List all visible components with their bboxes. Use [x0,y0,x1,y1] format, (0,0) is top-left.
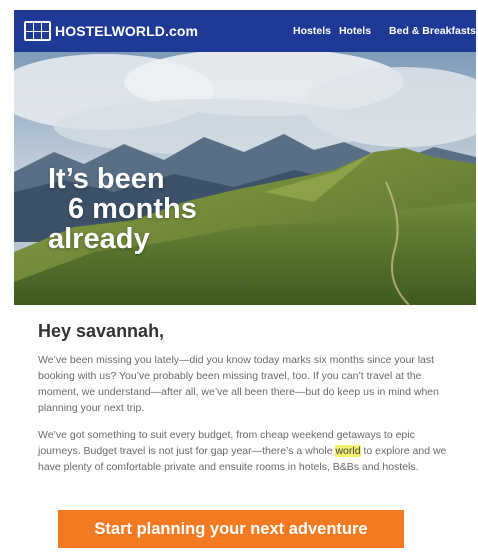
hero-headline: It’s been 6 months already [48,164,197,254]
email-body: Hey savannah, We’ve been missing you lat… [14,321,476,475]
top-nav: Hostels Hotels Bed & Breakfasts [285,25,476,37]
hostelworld-logo-icon [24,21,51,41]
body-paragraph-2: We’ve got something to suit every budget… [38,427,458,475]
hero-image: It’s been 6 months already [14,52,476,305]
brand-name: HOSTELWORLD.com [55,23,199,39]
highlighted-word: world [335,445,361,457]
nav-link-bed-and-breakfasts[interactable]: Bed & Breakfasts [389,25,476,37]
hero-line-1: It’s been [48,163,165,195]
hero-line-3: already [48,223,150,255]
nav-link-hotels[interactable]: Hotels [339,25,371,37]
start-planning-button[interactable]: Start planning your next adventure [58,510,404,548]
body-paragraph-1: We’ve been missing you lately—did you kn… [38,354,439,414]
brand-logo[interactable]: HOSTELWORLD.com [24,21,198,41]
email-container: HOSTELWORLD.com Hostels Hotels Bed & Bre… [14,10,476,486]
greeting-heading: Hey savannah, [38,321,165,341]
header-bar: HOSTELWORLD.com Hostels Hotels Bed & Bre… [14,10,476,52]
nav-link-hostels[interactable]: Hostels [293,25,331,37]
hero-line-2: 6 months [68,193,197,225]
